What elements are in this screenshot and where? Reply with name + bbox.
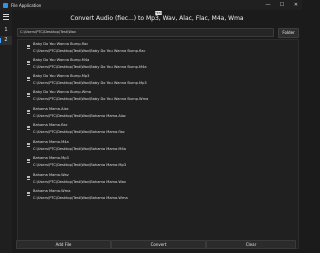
nav-item-1[interactable]: 1 (0, 26, 12, 35)
window-controls: — ☐ ✕ (264, 1, 300, 9)
list-item[interactable]: Bahama Mama.Wav C:\Users\PTC\Desktop\Tes… (18, 172, 298, 188)
file-path: C:\Users\PTC\Desktop\Test\Wav\Bahama Mam… (33, 147, 126, 151)
drag-handle-icon[interactable] (27, 77, 30, 81)
file-name: Bahama Mama.flac (33, 123, 68, 127)
drag-handle-icon[interactable] (27, 110, 30, 114)
file-name: Baby Do You Wanna Bump.Mp3 (33, 74, 90, 78)
minimize-button[interactable]: — (264, 1, 272, 9)
drag-handle-icon[interactable] (27, 61, 30, 65)
drag-handle-icon[interactable] (27, 93, 30, 97)
file-path: C:\Users\PTC\Desktop\Test\Wav\Baby Do Yo… (33, 81, 147, 85)
list-item[interactable]: Baby Do You Wanna Bump.Mp3 C:\Users\PTC\… (18, 73, 298, 89)
nav-item-2[interactable]: 2 (0, 36, 12, 45)
list-item[interactable]: Bahama Mama.flac C:\Users\PTC\Desktop\Te… (18, 122, 298, 138)
drag-handle-icon[interactable] (27, 176, 30, 180)
list-item[interactable]: Baby Do You Wanna Bump.flac C:\Users\PTC… (18, 41, 298, 57)
window-title: File Application (11, 2, 42, 8)
file-name: Baby Do You Wanna Bump.Wma (33, 90, 92, 94)
file-path: C:\Users\PTC\Desktop\Test\Wav\Bahama Mam… (33, 180, 127, 184)
folder-path-field[interactable]: C:\Users\PTC\Desktop\Test\Wav (17, 28, 274, 37)
list-item[interactable]: Baby Do You Wanna Bump.M4a C:\Users\PTC\… (18, 57, 298, 73)
file-path: C:\Users\PTC\Desktop\Test\Wav\Bahama Mam… (33, 130, 125, 134)
drag-handle-icon[interactable] (27, 126, 30, 130)
file-name: Bahama Mama.Alac (33, 107, 69, 111)
page-title: Convert Audio (fiec...) to Mp3, Wav, Ala… (70, 15, 244, 22)
file-path: C:\Users\PTC\Desktop\Test\Wav\Bahama Mam… (33, 196, 128, 200)
clear-button[interactable]: Clear (206, 240, 296, 249)
file-path: C:\Users\PTC\Desktop\Test\Wav\Baby Do Yo… (33, 97, 149, 101)
maximize-button[interactable]: ☐ (278, 1, 286, 9)
file-path: C:\Users\PTC\Desktop\Test\Wav\Baby Do Yo… (33, 65, 147, 69)
add-file-button[interactable]: Add File (16, 240, 111, 249)
file-path: C:\Users\PTC\Desktop\Test\Wav\Baby Do Yo… (33, 49, 146, 53)
drag-handle-icon[interactable] (27, 45, 30, 49)
folder-button[interactable]: Folder (278, 28, 299, 38)
drag-handle-icon[interactable] (27, 143, 30, 147)
list-item[interactable]: Baby Do You Wanna Bump.Wma C:\Users\PTC\… (18, 89, 298, 105)
file-list[interactable]: Baby Do You Wanna Bump.flac C:\Users\PTC… (17, 39, 299, 249)
navigation-rail: 1 2 (0, 10, 12, 253)
title-bar: File Application — ☐ ✕ (0, 0, 302, 10)
file-name: Bahama Mama.Mp3 (33, 156, 69, 160)
file-name: Baby Do You Wanna Bump.flac (33, 42, 89, 46)
file-path: C:\Users\PTC\Desktop\Test\Wav\Bahama Mam… (33, 163, 127, 167)
file-name: Baby Do You Wanna Bump.M4a (33, 58, 90, 62)
convert-button[interactable]: Convert (111, 240, 206, 249)
drag-handle-icon[interactable] (27, 159, 30, 163)
file-name: Bahama Mama.Wav (33, 173, 69, 177)
list-item[interactable]: Bahama Mama.Mp3 C:\Users\PTC\Desktop\Tes… (18, 155, 298, 171)
list-item[interactable]: Bahama Mama.Alac C:\Users\PTC\Desktop\Te… (18, 106, 298, 122)
close-button[interactable]: ✕ (292, 1, 300, 9)
file-name: Bahama Mama.Wma (33, 189, 71, 193)
drag-handle-icon[interactable] (27, 192, 30, 196)
main-panel: TEST Convert Audio (fiec...) to Mp3, Wav… (14, 10, 300, 253)
list-item[interactable]: Bahama Mama.Wma C:\Users\PTC\Desktop\Tes… (18, 188, 298, 204)
hamburger-icon[interactable] (3, 14, 9, 21)
app-icon (3, 2, 8, 8)
list-item[interactable]: Bahama Mama.M4a C:\Users\PTC\Desktop\Tes… (18, 139, 298, 155)
file-path: C:\Users\PTC\Desktop\Test\Wav\Bahama Mam… (33, 114, 127, 118)
file-name: Bahama Mama.M4a (33, 140, 69, 144)
